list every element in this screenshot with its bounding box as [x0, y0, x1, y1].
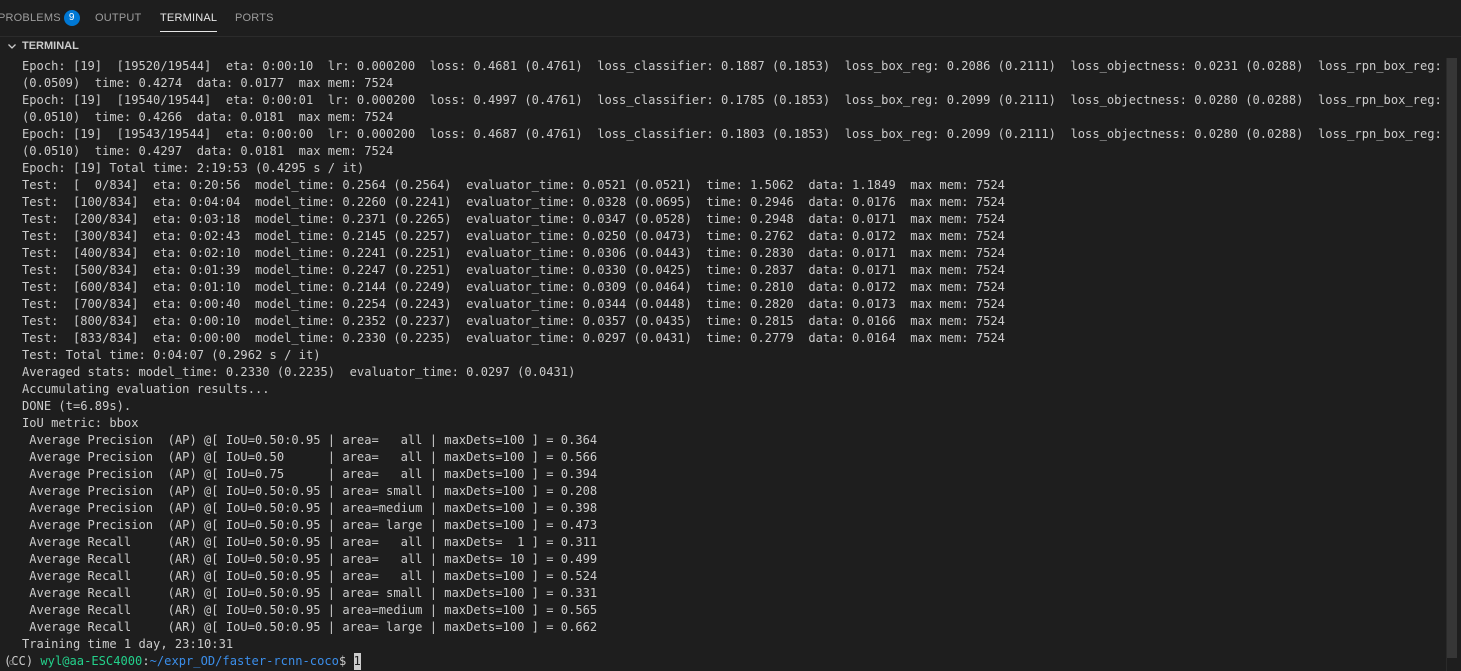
terminal-line: Average Precision (AP) @[ IoU=0.50:0.95 … — [22, 433, 598, 447]
terminal-line: Average Recall (AR) @[ IoU=0.50:0.95 | a… — [22, 569, 598, 583]
tab-output-label: OUTPUT — [95, 12, 142, 24]
prompt-user-host: wyl@aa-ESC4000 — [40, 654, 143, 668]
prompt-symbol: $ — [338, 654, 354, 668]
terminal-output[interactable]: Epoch: [19] [19520/19544] eta: 0:00:10 l… — [0, 58, 1444, 671]
terminal-line: Average Recall (AR) @[ IoU=0.50:0.95 | a… — [22, 586, 598, 600]
terminal-input-cursor[interactable]: 1 — [353, 653, 361, 670]
terminal-section-title: TERMINAL — [22, 40, 79, 52]
terminal-prompt[interactable]: (CC) wyl@aa-ESC4000:~/expr_OD/faster-rcn… — [0, 653, 1444, 670]
terminal-line: (0.0510) time: 0.4266 data: 0.0181 max m… — [22, 110, 394, 124]
tab-terminal[interactable]: TERMINAL — [160, 0, 218, 37]
terminal-line: Test: [300/834] eta: 0:02:43 model_time:… — [22, 229, 1005, 243]
tab-ports-label: PORTS — [235, 12, 274, 24]
terminal-line: Average Precision (AP) @[ IoU=0.50:0.95 … — [22, 518, 598, 532]
terminal-line: Average Precision (AP) @[ IoU=0.75 | are… — [22, 467, 598, 481]
terminal-line: DONE (t=6.89s). — [22, 399, 132, 413]
terminal-line: Average Recall (AR) @[ IoU=0.50:0.95 | a… — [22, 620, 598, 634]
terminal-line: Test: [200/834] eta: 0:03:18 model_time:… — [22, 212, 1005, 226]
terminal-line: Training time 1 day, 23:10:31 — [22, 637, 234, 651]
terminal-line: Average Precision (AP) @[ IoU=0.50:0.95 … — [22, 484, 598, 498]
terminal-scrollbar[interactable] — [1446, 58, 1457, 671]
terminal-line: Epoch: [19] [19540/19544] eta: 0:00:01 l… — [22, 93, 1444, 107]
terminal-line: Averaged stats: model_time: 0.2330 (0.22… — [22, 365, 576, 379]
tab-ports[interactable]: PORTS — [235, 0, 274, 37]
terminal-line: IoU metric: bbox — [22, 416, 139, 430]
prompt-separator: : — [142, 654, 150, 668]
tab-problems[interactable]: PROBLEMS 9 — [0, 0, 80, 37]
terminal-line: Test: [800/834] eta: 0:00:10 model_time:… — [22, 314, 1005, 328]
panel-tab-bar: PROBLEMS 9 OUTPUT TERMINAL PORTS — [0, 0, 1461, 37]
terminal-scrollbar-thumb[interactable] — [1447, 58, 1457, 658]
terminal-line: Test: [700/834] eta: 0:00:40 model_time:… — [22, 297, 1005, 311]
terminal-line: Accumulating evaluation results... — [22, 382, 270, 396]
terminal-line: Average Recall (AR) @[ IoU=0.50:0.95 | a… — [22, 535, 598, 549]
terminal-line: Test: [500/834] eta: 0:01:39 model_time:… — [22, 263, 1005, 277]
terminal-line: Average Recall (AR) @[ IoU=0.50:0.95 | a… — [22, 603, 598, 617]
tab-output[interactable]: OUTPUT — [95, 0, 141, 37]
terminal-line: Test: Total time: 0:04:07 (0.2962 s / it… — [22, 348, 321, 362]
tab-problems-label: PROBLEMS — [0, 12, 61, 24]
terminal-line: (0.0510) time: 0.4297 data: 0.0181 max m… — [22, 144, 394, 158]
terminal-line: Epoch: [19] Total time: 2:19:53 (0.4295 … — [22, 161, 365, 175]
terminal-line: (0.0509) time: 0.4274 data: 0.0177 max m… — [22, 76, 394, 90]
terminal-line: Test: [833/834] eta: 0:00:00 model_time:… — [22, 331, 1005, 345]
terminal-section-header[interactable]: TERMINAL — [0, 37, 1461, 55]
command-decoration-icon[interactable] — [9, 660, 14, 665]
chevron-down-icon[interactable] — [6, 40, 18, 52]
terminal-line: Epoch: [19] [19520/19544] eta: 0:00:10 l… — [22, 59, 1444, 73]
terminal-line: Test: [ 0/834] eta: 0:20:56 model_time: … — [22, 178, 1005, 192]
prompt-path: ~/expr_OD/faster-rcnn-coco — [149, 654, 339, 668]
terminal-line: Test: [600/834] eta: 0:01:10 model_time:… — [22, 280, 1005, 294]
terminal-line: Average Precision (AP) @[ IoU=0.50:0.95 … — [22, 501, 598, 515]
tab-terminal-label: TERMINAL — [160, 12, 218, 24]
terminal-line: Epoch: [19] [19543/19544] eta: 0:00:00 l… — [22, 127, 1444, 141]
terminal-line: Test: [400/834] eta: 0:02:10 model_time:… — [22, 246, 1005, 260]
terminal-line: Average Precision (AP) @[ IoU=0.50 | are… — [22, 450, 598, 464]
problems-count-badge: 9 — [63, 10, 80, 26]
terminal-lines: Epoch: [19] [19520/19544] eta: 0:00:10 l… — [0, 58, 1444, 653]
terminal-line: Test: [100/834] eta: 0:04:04 model_time:… — [22, 195, 1005, 209]
terminal-line: Average Recall (AR) @[ IoU=0.50:0.95 | a… — [22, 552, 598, 566]
